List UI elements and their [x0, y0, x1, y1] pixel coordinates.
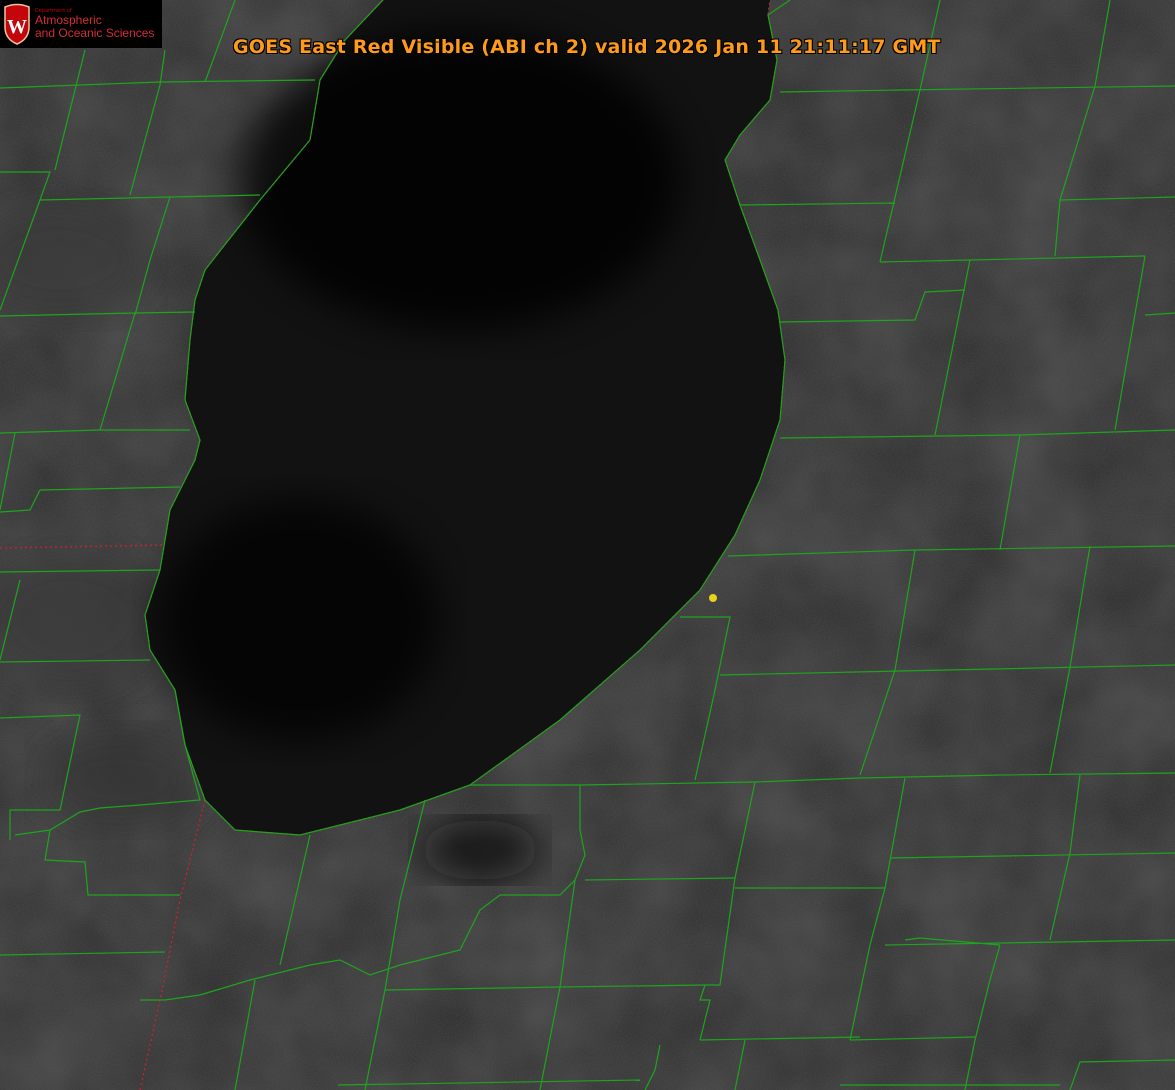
- lake-shading: [420, 820, 540, 880]
- logo-name-line2: and Oceanic Sciences: [35, 25, 155, 40]
- image-title: GOES East Red Visible (ABI ch 2) valid 2…: [233, 36, 941, 58]
- location-dot-icon[interactable]: [709, 594, 717, 602]
- logo-name-line1: Atmospheric: [35, 13, 102, 28]
- logo-text: Department of Atmospheric and Oceanic Sc…: [35, 8, 155, 40]
- lake-shading: [160, 500, 440, 740]
- svg-text:W: W: [7, 16, 27, 38]
- cloud-patch: [40, 730, 200, 830]
- lake-shading: [240, 30, 680, 330]
- uw-aos-logo[interactable]: W Department of Atmospheric and Oceanic …: [0, 0, 162, 48]
- satellite-map[interactable]: [0, 0, 1175, 1090]
- uw-crest-icon: W: [4, 3, 30, 45]
